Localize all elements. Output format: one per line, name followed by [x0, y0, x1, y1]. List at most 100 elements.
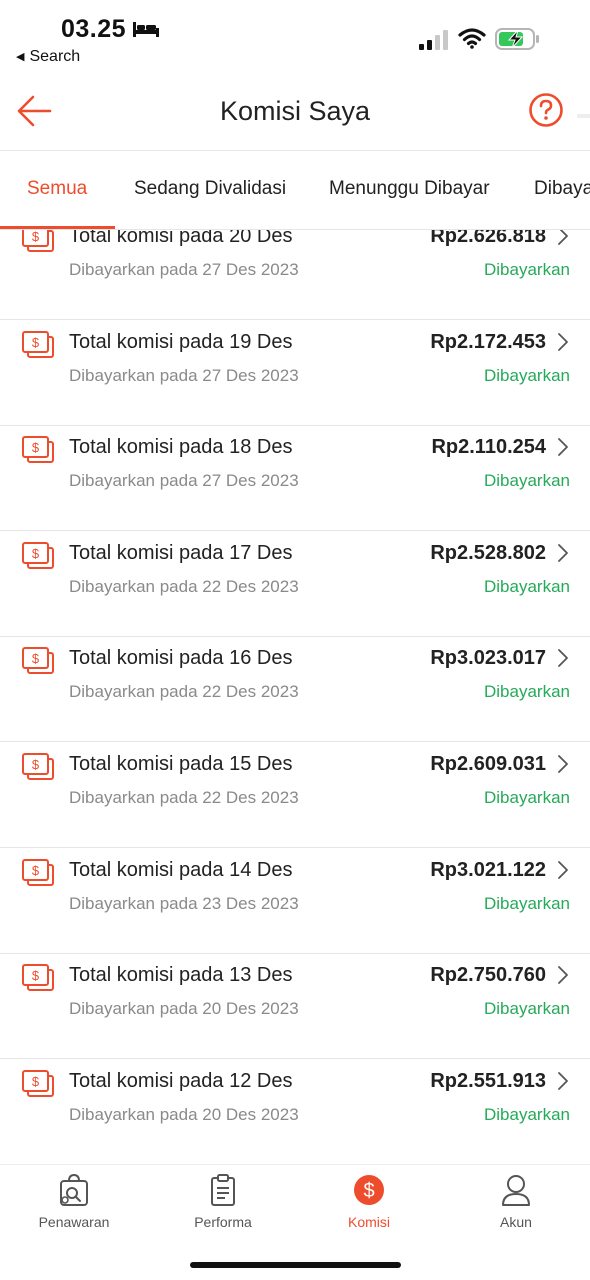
back-search-label: Search — [29, 48, 81, 65]
commission-amount: Rp2.172.453 — [430, 330, 546, 353]
commission-title: Total komisi pada 12 Des — [69, 1069, 293, 1092]
nav-label-performa: Performa — [194, 1214, 252, 1230]
nav-label-akun: Akun — [500, 1214, 532, 1230]
commission-status-badge: Dibayarkan — [484, 260, 570, 279]
commission-amount: Rp2.609.031 — [430, 753, 546, 775]
tab-sedang-divalidasi[interactable]: Sedang Divalidasi — [134, 178, 286, 200]
back-to-search-link[interactable]: ◀ Search — [16, 48, 80, 66]
commission-title: Total komisi pada 13 Des — [69, 964, 293, 987]
user-icon — [502, 1175, 530, 1206]
app-header: Komisi Saya — [0, 72, 590, 151]
svg-text:$: $ — [32, 335, 40, 350]
tab-dibayarkan[interactable]: Dibayarkan — [534, 178, 590, 200]
commission-amount: Rp2.750.760 — [430, 964, 546, 987]
header-edge-mark — [577, 114, 590, 118]
status-time: 03.25 — [61, 15, 127, 43]
svg-text:$: $ — [32, 863, 40, 878]
back-triangle-icon: ◀ — [16, 51, 25, 63]
commission-paid-date: Dibayarkan pada 22 Des 2023 — [69, 788, 299, 807]
chevron-right-icon — [558, 966, 568, 985]
commission-row[interactable]: $ Total komisi pada 14 Des Dibayarkan pada… — [0, 848, 590, 954]
svg-text:$: $ — [32, 546, 40, 561]
commission-row[interactable]: $ Total komisi pada 19 Des Dibayarkan pada… — [0, 320, 590, 426]
commission-paid-date: Dibayarkan pada 23 Des 2023 — [69, 893, 299, 913]
tab-menunggu-dibayar[interactable]: Menunggu Dibayar — [329, 178, 490, 200]
commission-status-badge: Dibayarkan — [484, 1104, 570, 1124]
clipboard-icon — [211, 1174, 235, 1206]
bed-icon — [133, 22, 159, 37]
chevron-right-icon — [558, 649, 568, 668]
money-bill-icon: $ — [22, 541, 54, 569]
money-bill-icon: $ — [22, 964, 54, 992]
nav-item-performa[interactable]: Performa — [163, 1173, 283, 1230]
commission-paid-date: Dibayarkan pada 27 Des 2023 — [69, 365, 299, 385]
money-bill-icon: $ — [22, 436, 54, 464]
question-circle-icon[interactable] — [528, 92, 564, 128]
nav-item-penawaran[interactable]: Penawaran — [14, 1173, 134, 1230]
commission-row[interactable]: $ Total komisi pada 13 Des Dibayarkan pada… — [0, 953, 590, 1060]
chevron-right-icon — [558, 1071, 568, 1090]
commission-paid-date: Dibayarkan pada 27 Des 2023 — [69, 260, 299, 279]
chevron-right-icon — [558, 230, 568, 245]
commission-title: Total komisi pada 16 Des — [69, 647, 293, 670]
status-tabs: Semua Sedang Divalidasi Menunggu Dibayar… — [0, 152, 590, 230]
commission-paid-date: Dibayarkan pada 27 Des 2023 — [69, 471, 299, 491]
status-bar: 03.25 ◀ Search — [0, 0, 590, 72]
money-bill-icon: $ — [22, 1069, 54, 1097]
commission-paid-date: Dibayarkan pada 22 Des 2023 — [69, 682, 299, 702]
chevron-right-icon — [558, 543, 568, 562]
offer-bag-icon — [60, 1173, 88, 1206]
commission-paid-date: Dibayarkan pada 22 Des 2023 — [69, 576, 299, 596]
battery-charging-icon — [495, 28, 539, 50]
home-indicator — [190, 1262, 401, 1268]
wifi-icon — [458, 28, 486, 49]
commission-paid-date: Dibayarkan pada 20 Des 2023 — [69, 999, 299, 1019]
commission-title: Total komisi pada 20 Des — [69, 230, 293, 247]
money-bill-icon: $ — [22, 753, 54, 780]
commission-row[interactable]: $ Total komisi pada 18 Des Dibayarkan pada… — [0, 425, 590, 532]
commission-title: Total komisi pada 17 Des — [69, 541, 293, 564]
nav-label-penawaran: Penawaran — [38, 1214, 110, 1230]
commission-list: $ Total komisi pada 20 Des Dibayarkan pada… — [0, 230, 590, 1164]
commission-row[interactable]: $ Total komisi pada 15 Des Dibayarkan pada… — [0, 742, 590, 848]
commission-amount: Rp2.626.818 — [430, 230, 546, 247]
nav-item-komisi[interactable]: $ Komisi — [309, 1173, 429, 1230]
commission-status-badge: Dibayarkan — [484, 471, 570, 491]
commission-paid-date: Dibayarkan pada 20 Des 2023 — [69, 1104, 299, 1124]
commission-row[interactable]: $ Total komisi pada 17 Des Dibayarkan pada… — [0, 531, 590, 637]
svg-text:$: $ — [32, 440, 40, 455]
commission-status-badge: Dibayarkan — [484, 365, 570, 385]
money-bill-icon: $ — [22, 858, 54, 886]
commission-status-badge: Dibayarkan — [484, 893, 570, 913]
commission-status-badge: Dibayarkan — [484, 788, 570, 807]
dollar-circle-icon: $ — [354, 1175, 384, 1205]
chevron-right-icon — [558, 860, 568, 879]
money-bill-icon: $ — [22, 330, 54, 358]
active-tab-indicator — [0, 226, 115, 229]
commission-amount: Rp2.110.254 — [431, 436, 546, 459]
commission-status-badge: Dibayarkan — [484, 682, 570, 702]
commission-status-badge: Dibayarkan — [484, 576, 570, 596]
commission-amount: Rp3.023.017 — [430, 647, 546, 670]
money-bill-icon: $ — [22, 230, 54, 252]
commission-row[interactable]: $ Total komisi pada 16 Des Dibayarkan pada… — [0, 636, 590, 743]
svg-text:$: $ — [363, 1180, 374, 1202]
commission-title: Total komisi pada 15 Des — [69, 753, 293, 775]
commission-row[interactable]: $ Total komisi pada 12 Des Dibayarkan pada… — [0, 1059, 590, 1164]
cellular-signal-icon — [419, 30, 448, 50]
nav-label-komisi: Komisi — [347, 1214, 390, 1230]
commission-title: Total komisi pada 18 Des — [69, 436, 293, 459]
commission-amount: Rp3.021.122 — [430, 858, 546, 881]
commission-row[interactable]: $ Total komisi pada 20 Des Dibayarkan pada… — [0, 230, 590, 320]
tab-semua[interactable]: Semua — [27, 178, 87, 200]
svg-text:$: $ — [32, 968, 40, 983]
chevron-right-icon — [558, 438, 568, 457]
page-title: Komisi Saya — [219, 96, 371, 126]
commission-title: Total komisi pada 14 Des — [69, 858, 293, 881]
commission-status-badge: Dibayarkan — [484, 999, 570, 1019]
chevron-right-icon — [558, 755, 568, 773]
commission-amount: Rp2.551.913 — [430, 1069, 546, 1092]
svg-text:$: $ — [32, 1074, 40, 1089]
money-bill-icon: $ — [22, 647, 54, 675]
nav-item-akun[interactable]: Akun — [456, 1173, 576, 1230]
